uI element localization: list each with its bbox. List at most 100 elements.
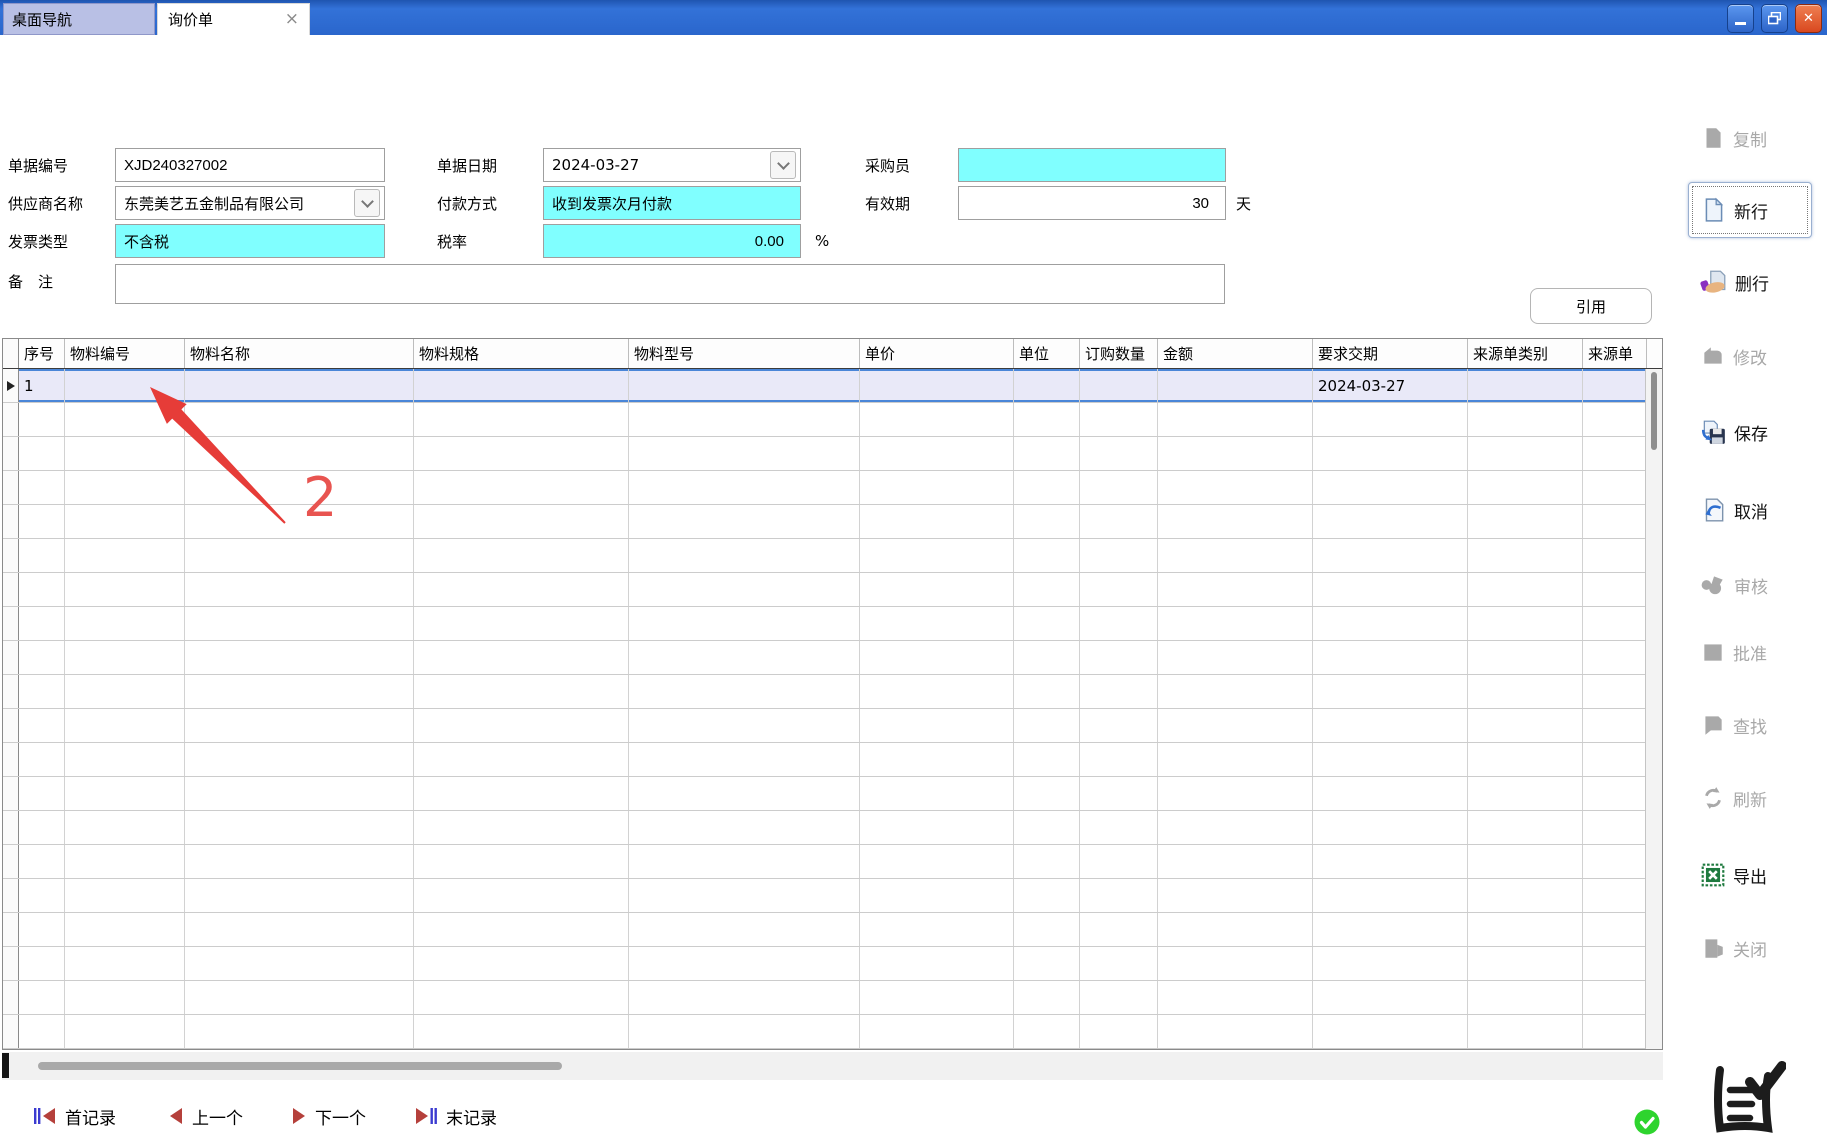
table-cell[interactable] xyxy=(414,777,629,810)
table-cell[interactable] xyxy=(185,879,414,912)
table-cell[interactable] xyxy=(1313,641,1468,674)
table-cell[interactable] xyxy=(860,981,1014,1014)
table-cell[interactable] xyxy=(1468,1015,1583,1048)
table-cell[interactable] xyxy=(1158,913,1313,946)
table-cell[interactable] xyxy=(1583,947,1647,980)
table-cell[interactable] xyxy=(860,845,1014,878)
table-cell[interactable] xyxy=(1080,913,1158,946)
first-record-button[interactable]: 首记录 xyxy=(33,1100,116,1132)
row-gutter[interactable] xyxy=(3,845,19,878)
table-cell[interactable] xyxy=(185,641,414,674)
table-cell[interactable] xyxy=(185,573,414,606)
table-row-selected[interactable]: 12024-03-27 xyxy=(3,369,1662,403)
table-cell[interactable] xyxy=(1313,777,1468,810)
table-cell[interactable] xyxy=(629,403,860,436)
table-cell[interactable] xyxy=(1158,981,1313,1014)
table-cell[interactable] xyxy=(1583,369,1647,402)
table-cell[interactable] xyxy=(1313,947,1468,980)
validity-input[interactable] xyxy=(958,186,1226,220)
table-cell[interactable] xyxy=(1014,1015,1080,1048)
table-cell[interactable] xyxy=(629,743,860,776)
table-cell[interactable] xyxy=(1583,573,1647,606)
table-cell[interactable] xyxy=(629,607,860,640)
tab-inquiry-order[interactable]: 询价单 × xyxy=(157,3,310,35)
col-header-material-spec[interactable]: 物料规格 xyxy=(414,339,629,368)
col-header-unit-price[interactable]: 单价 xyxy=(860,339,1014,368)
table-cell[interactable] xyxy=(860,777,1014,810)
table-cell[interactable] xyxy=(1583,403,1647,436)
table-cell[interactable] xyxy=(1014,437,1080,470)
table-cell[interactable] xyxy=(414,437,629,470)
table-cell[interactable] xyxy=(1014,607,1080,640)
table-cell[interactable] xyxy=(1468,437,1583,470)
table-cell[interactable] xyxy=(1468,641,1583,674)
table-cell[interactable] xyxy=(65,641,185,674)
table-cell[interactable] xyxy=(414,675,629,708)
prev-record-button[interactable]: 上一个 xyxy=(168,1100,243,1132)
table-cell[interactable] xyxy=(414,403,629,436)
table-cell[interactable] xyxy=(65,845,185,878)
row-gutter[interactable] xyxy=(3,369,19,402)
table-cell[interactable] xyxy=(1158,743,1313,776)
table-cell[interactable] xyxy=(1583,539,1647,572)
table-cell[interactable] xyxy=(19,505,65,538)
table-cell[interactable] xyxy=(414,1015,629,1048)
table-cell[interactable] xyxy=(860,743,1014,776)
table-cell[interactable] xyxy=(629,879,860,912)
table-cell[interactable] xyxy=(629,845,860,878)
table-cell[interactable] xyxy=(19,607,65,640)
table-cell[interactable] xyxy=(185,505,414,538)
table-cell[interactable] xyxy=(1080,675,1158,708)
table-cell[interactable] xyxy=(1468,403,1583,436)
col-header-order-qty[interactable]: 订购数量 xyxy=(1080,339,1158,368)
table-cell[interactable] xyxy=(1158,369,1313,402)
table-row[interactable] xyxy=(3,505,1662,539)
table-cell[interactable] xyxy=(185,845,414,878)
row-gutter[interactable] xyxy=(3,505,19,538)
horizontal-scrollbar[interactable] xyxy=(2,1052,1663,1080)
table-cell[interactable] xyxy=(629,947,860,980)
table-cell[interactable] xyxy=(1158,675,1313,708)
table-cell[interactable] xyxy=(19,811,65,844)
table-cell[interactable] xyxy=(629,1015,860,1048)
table-row[interactable] xyxy=(3,709,1662,743)
table-row[interactable] xyxy=(3,641,1662,675)
table-cell[interactable] xyxy=(19,879,65,912)
table-cell[interactable] xyxy=(860,471,1014,504)
table-row[interactable] xyxy=(3,743,1662,777)
col-header-required-date[interactable]: 要求交期 xyxy=(1313,339,1468,368)
table-cell[interactable] xyxy=(65,709,185,742)
table-cell[interactable] xyxy=(65,811,185,844)
table-cell[interactable] xyxy=(19,981,65,1014)
table-cell[interactable] xyxy=(1080,437,1158,470)
table-cell[interactable] xyxy=(185,675,414,708)
table-cell[interactable] xyxy=(1080,369,1158,402)
new-row-button[interactable]: 新行 xyxy=(1688,182,1812,238)
table-cell[interactable] xyxy=(1014,539,1080,572)
table-cell[interactable] xyxy=(1468,369,1583,402)
table-row[interactable] xyxy=(3,913,1662,947)
table-cell[interactable] xyxy=(1313,539,1468,572)
table-cell[interactable] xyxy=(860,539,1014,572)
table-cell[interactable] xyxy=(19,777,65,810)
table-cell[interactable] xyxy=(414,471,629,504)
table-cell[interactable] xyxy=(185,709,414,742)
table-cell[interactable] xyxy=(1583,471,1647,504)
save-button[interactable]: 保存 xyxy=(1688,404,1812,460)
col-header-material-name[interactable]: 物料名称 xyxy=(185,339,414,368)
row-gutter[interactable] xyxy=(3,743,19,776)
close-button[interactable]: ✕ xyxy=(1795,4,1822,33)
table-cell[interactable] xyxy=(414,369,629,402)
table-cell[interactable] xyxy=(1313,811,1468,844)
table-cell[interactable] xyxy=(1158,845,1313,878)
table-cell[interactable] xyxy=(1158,879,1313,912)
table-cell[interactable] xyxy=(1158,811,1313,844)
table-cell[interactable] xyxy=(1158,1015,1313,1048)
table-cell[interactable] xyxy=(1158,777,1313,810)
table-cell[interactable] xyxy=(414,947,629,980)
table-cell[interactable] xyxy=(19,845,65,878)
table-cell[interactable] xyxy=(1313,471,1468,504)
table-cell[interactable] xyxy=(414,573,629,606)
table-cell[interactable] xyxy=(629,437,860,470)
table-cell[interactable] xyxy=(1583,879,1647,912)
